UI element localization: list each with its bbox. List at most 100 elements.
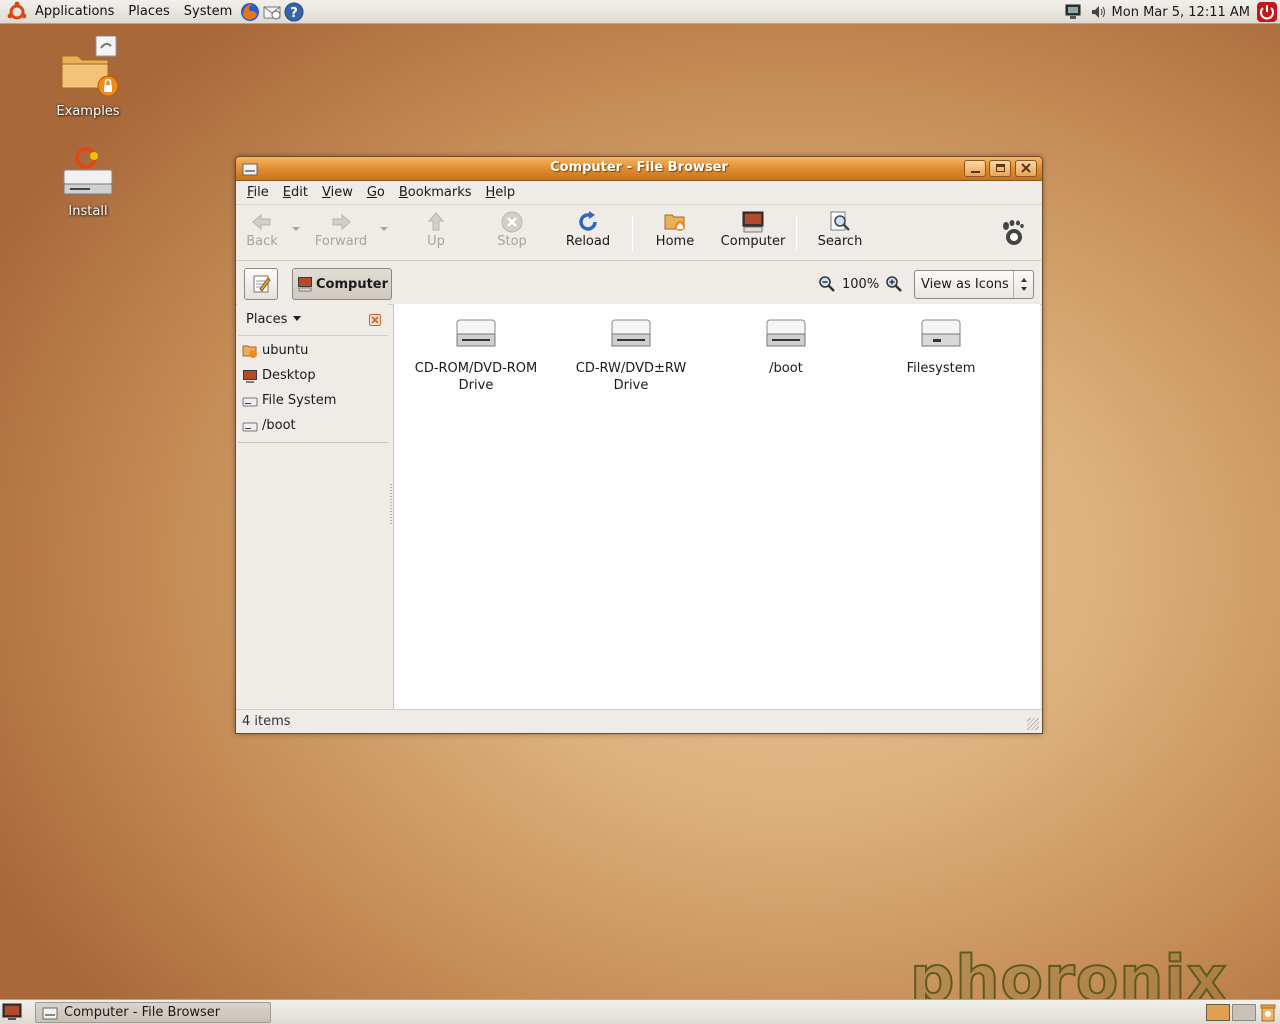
- firefox-icon[interactable]: [240, 2, 260, 22]
- svg-text:?: ?: [290, 6, 298, 21]
- places-menu[interactable]: Places: [121, 0, 176, 24]
- clock[interactable]: Mon Mar 5, 12:11 AM: [1108, 5, 1256, 20]
- menu-label: o: [376, 185, 385, 200]
- up-button[interactable]: Up: [422, 210, 450, 249]
- help-icon[interactable]: ?: [284, 2, 304, 22]
- minimize-button[interactable]: [964, 160, 986, 177]
- zoom-level[interactable]: 100%: [842, 277, 879, 292]
- install-drive-icon: [63, 147, 113, 195]
- reload-label: Reload: [565, 234, 611, 249]
- menu-label: elp: [495, 185, 516, 200]
- toggle-location-entry-button[interactable]: [244, 268, 278, 300]
- file-label: CD-RW/DVD±RW: [575, 361, 687, 376]
- sidebar-item-file-system[interactable]: File System: [238, 388, 388, 413]
- computer-button[interactable]: Computer: [720, 210, 786, 249]
- gnome-foot-icon: [1003, 220, 1024, 245]
- view-mode-label: View as Icons: [921, 277, 1009, 292]
- forward-button[interactable]: Forward: [314, 210, 368, 249]
- spinner-icon: [1013, 271, 1033, 298]
- file-label: Drive: [613, 378, 649, 393]
- chevron-down-icon: [293, 316, 302, 321]
- up-label: Up: [427, 234, 445, 249]
- show-desktop-icon[interactable]: [2, 1003, 22, 1021]
- system-menu[interactable]: System: [177, 0, 239, 24]
- mail-icon[interactable]: [262, 2, 282, 22]
- window-titlebar[interactable]: Computer - File Browser: [236, 157, 1042, 181]
- menu-view[interactable]: View: [315, 185, 360, 200]
- sidebar-item-ubuntu[interactable]: ubuntu: [238, 338, 388, 363]
- forward-history-dropdown[interactable]: [380, 227, 388, 231]
- menu-edit[interactable]: Edit: [276, 185, 315, 200]
- desktop-icon-label: Install: [68, 204, 108, 219]
- icon-view[interactable]: CD-ROM/DVD-ROM Drive CD-RW/DVD±RW Drive …: [393, 304, 1040, 710]
- toolbar-separator: [796, 215, 797, 251]
- workspace-2[interactable]: [1232, 1004, 1256, 1021]
- back-arrow-icon: [252, 213, 271, 231]
- volume-icon[interactable]: [1090, 3, 1108, 21]
- maximize-button[interactable]: [989, 160, 1011, 177]
- menu-mnemonic: E: [282, 185, 291, 200]
- menu-bookmarks[interactable]: Bookmarks: [392, 185, 479, 200]
- file-browser-icon: [42, 1007, 58, 1019]
- file-item-boot[interactable]: /boot: [716, 314, 856, 377]
- taskbar-item-file-browser[interactable]: Computer - File Browser: [35, 1002, 271, 1023]
- menu-label: ile: [253, 185, 269, 200]
- close-sidebar-button[interactable]: [369, 314, 381, 326]
- forward-arrow-icon: [332, 213, 351, 231]
- menu-label: ookmarks: [407, 185, 472, 200]
- trash-icon[interactable]: [1259, 1003, 1277, 1022]
- view-mode-select[interactable]: View as Icons: [914, 270, 1034, 299]
- resize-grip[interactable]: [1027, 718, 1039, 730]
- file-item-cdrom-drive[interactable]: CD-ROM/DVD-ROM Drive: [406, 314, 546, 394]
- path-button-computer[interactable]: Computer: [292, 268, 392, 300]
- path-label: Computer: [316, 276, 389, 292]
- desktop-icon-install[interactable]: Install: [38, 146, 138, 219]
- workspace-1[interactable]: [1206, 1004, 1230, 1021]
- top-panel-tray: Mon Mar 5, 12:11 AM: [1064, 0, 1280, 24]
- stop-button[interactable]: Stop: [494, 210, 530, 249]
- file-label: Drive: [458, 378, 494, 393]
- search-label: Search: [817, 234, 863, 249]
- sidebar-item-boot[interactable]: /boot: [238, 413, 388, 438]
- power-icon[interactable]: [1256, 1, 1278, 23]
- optical-drive-icon: [456, 319, 496, 347]
- home-button[interactable]: Home: [654, 210, 696, 249]
- reload-button[interactable]: Reload: [565, 210, 611, 249]
- menu-file[interactable]: File: [240, 185, 276, 200]
- toolbar: Back Forward Up Stop Reload Home Compute…: [236, 205, 1042, 261]
- desktop-icon: [243, 369, 257, 383]
- back-label: Back: [246, 234, 278, 249]
- home-folder-icon: [664, 214, 685, 231]
- sidebar-item-label: File System: [262, 393, 337, 408]
- close-button[interactable]: [1015, 160, 1037, 177]
- applications-menu[interactable]: Applications: [28, 0, 121, 24]
- ubuntu-logo-icon[interactable]: [6, 1, 28, 23]
- taskbar-item-label: Computer - File Browser: [64, 1005, 221, 1020]
- sidebar-type-select[interactable]: Places: [246, 312, 302, 327]
- drive-icon: [766, 319, 806, 347]
- window-title: Computer - File Browser: [550, 160, 728, 175]
- network-monitor-icon[interactable]: [1064, 3, 1082, 21]
- back-history-dropdown[interactable]: [292, 227, 300, 231]
- menu-go[interactable]: Go: [360, 185, 392, 200]
- folder-icon: [61, 35, 119, 97]
- zoom-out-icon[interactable]: [818, 275, 836, 293]
- home-label: Home: [655, 234, 695, 249]
- drive-icon: [242, 422, 258, 431]
- menu-mnemonic: B: [398, 185, 408, 200]
- sidebar-item-label: Desktop: [262, 368, 316, 383]
- file-item-cdrw-drive[interactable]: CD-RW/DVD±RW Drive: [561, 314, 701, 394]
- zoom-in-icon[interactable]: [885, 275, 903, 293]
- reload-icon: [579, 211, 597, 231]
- file-label: /boot: [769, 361, 803, 376]
- file-item-filesystem[interactable]: Filesystem: [871, 314, 1011, 377]
- computer-label: Computer: [720, 234, 786, 249]
- maximize-icon: [996, 164, 1005, 172]
- desktop-icon-examples[interactable]: Examples: [38, 35, 138, 119]
- menu-label: dit: [291, 185, 308, 200]
- menu-help[interactable]: Help: [479, 185, 523, 200]
- search-icon: [830, 211, 850, 231]
- sidebar-item-desktop[interactable]: Desktop: [238, 363, 388, 388]
- search-button[interactable]: Search: [816, 210, 864, 249]
- back-button[interactable]: Back: [244, 210, 280, 249]
